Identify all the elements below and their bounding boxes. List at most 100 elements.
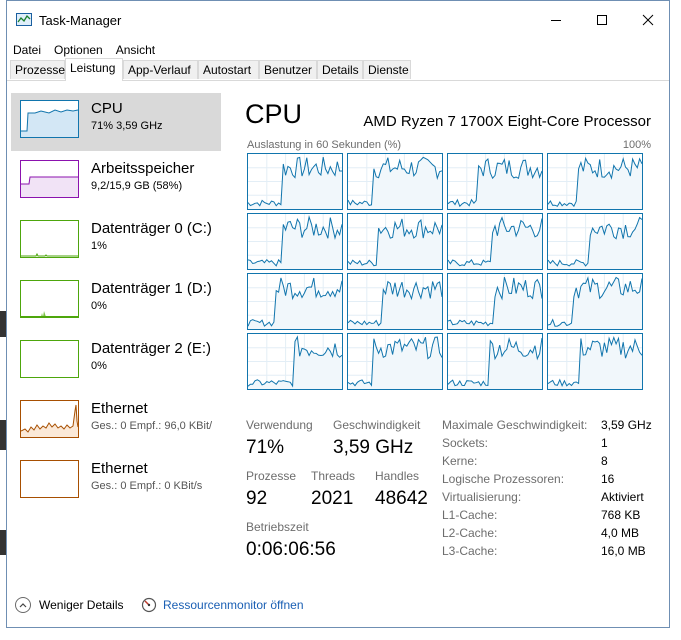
logical-processor-graph: [547, 153, 643, 210]
close-button[interactable]: [625, 1, 671, 39]
threads-value: 2021: [311, 488, 354, 509]
processes-value: 92: [246, 488, 268, 509]
uptime-label: Betriebszeit: [246, 520, 309, 534]
sidebar-item-cpu[interactable]: CPU 71% 3,59 GHz: [11, 93, 221, 151]
speed-value: 3,59 GHz: [333, 437, 414, 458]
tab-bar: Prozesse Leistung App-Verlauf Autostart …: [7, 58, 669, 81]
logical-processor-graph: [347, 213, 443, 270]
sidebar-ethernet-2-name: Ethernet: [91, 460, 148, 477]
sidebar-memory-sub: 9,2/15,9 GB (58%): [91, 180, 183, 192]
uptime-value: 0:06:06:56: [246, 539, 336, 560]
cpu-model: AMD Ryzen 7 1700X Eight-Core Processor: [363, 113, 651, 130]
disk-2-thumbnail-graph: [20, 340, 79, 378]
logical-processor-graph: [247, 153, 343, 210]
task-manager-window: Task-Manager Datei Optionen Ansicht Proz…: [6, 0, 670, 628]
logical-processor-graph: [247, 333, 343, 390]
sidebar-ethernet-1-name: Ethernet: [91, 400, 148, 417]
chevron-up-icon: [15, 597, 31, 613]
cpu-core-graphs: [247, 153, 647, 393]
handles-label: Handles: [375, 469, 420, 483]
logical-processor-graph: [547, 273, 643, 330]
sidebar-item-disk-1[interactable]: Datenträger 1 (D:) 0%: [11, 273, 221, 331]
memory-thumbnail-graph: [20, 160, 79, 198]
tab-dienste[interactable]: Dienste: [363, 60, 411, 79]
menu-optionen[interactable]: Optionen: [54, 43, 103, 57]
sidebar-disk-1-name: Datenträger 1 (D:): [91, 280, 212, 297]
threads-label: Threads: [311, 469, 356, 483]
logical-processor-graph: [347, 333, 443, 390]
tab-leistung[interactable]: Leistung: [65, 58, 123, 81]
max-speed-value: 3,59 GHz: [601, 418, 652, 432]
sidebar-cpu-name: CPU: [91, 100, 123, 117]
sidebar-disk-0-sub: 1%: [91, 240, 107, 252]
graph-max-label: 100%: [622, 139, 651, 151]
speed-label: Geschwindigkeit: [333, 418, 421, 432]
usage-value: 71%: [246, 437, 285, 458]
logical-processor-graph: [247, 273, 343, 330]
logical-processor-graph: [447, 333, 543, 390]
cpu-heading: CPU: [245, 99, 303, 129]
resource-monitor-icon: [141, 597, 157, 613]
sidebar-disk-1-sub: 0%: [91, 300, 107, 312]
sockets-value: 1: [601, 436, 608, 450]
ethernet-1-thumbnail-graph: [20, 400, 79, 438]
l1-cache-value: 768 KB: [601, 508, 641, 522]
resource-monitor-link[interactable]: Ressourcenmonitor öffnen: [141, 597, 304, 613]
close-icon: [642, 14, 654, 26]
fewer-details-button[interactable]: Weniger Details: [15, 597, 123, 613]
disk-1-thumbnail-graph: [20, 280, 79, 318]
resource-monitor-label: Ressourcenmonitor öffnen: [163, 598, 304, 612]
l2-cache-label: L2-Cache:: [442, 526, 498, 540]
max-speed-label: Maximale Geschwindigkeit:: [442, 418, 588, 432]
graph-axis-label: Auslastung in 60 Sekunden (%): [247, 139, 402, 151]
cores-label: Kerne:: [442, 454, 478, 468]
sockets-label: Sockets:: [442, 436, 489, 450]
logical-processors-label: Logische Prozessoren:: [442, 472, 565, 486]
maximize-icon: [597, 15, 607, 25]
processes-label: Prozesse: [246, 469, 297, 483]
logical-processor-graph: [447, 213, 543, 270]
handles-value: 48642: [375, 488, 428, 509]
usage-label: Verwendung: [246, 418, 313, 432]
tab-app-verlauf[interactable]: App-Verlauf: [123, 60, 198, 79]
tab-details[interactable]: Details: [317, 60, 363, 79]
logical-processor-graph: [547, 213, 643, 270]
logical-processor-graph: [347, 153, 443, 210]
virtualization-value: Aktiviert: [601, 490, 644, 504]
footer-bar: Weniger Details Ressourcenmonitor öffnen: [7, 591, 669, 621]
l2-cache-value: 4,0 MB: [601, 526, 640, 540]
l3-cache-value: 16,0 MB: [601, 544, 646, 558]
logical-processors-value: 16: [601, 472, 615, 486]
l3-cache-label: L3-Cache:: [442, 544, 498, 558]
sidebar-item-ethernet-2[interactable]: Ethernet Ges.: 0 Empf.: 0 KBit/s: [11, 453, 221, 511]
cpu-thumbnail-graph: [20, 100, 79, 138]
tab-benutzer[interactable]: Benutzer: [259, 60, 317, 79]
minimize-button[interactable]: [533, 1, 579, 39]
window-title: Task-Manager: [39, 13, 122, 28]
fewer-details-label: Weniger Details: [39, 598, 124, 612]
menu-datei[interactable]: Datei: [13, 43, 41, 57]
sidebar-item-ethernet-1[interactable]: Ethernet Ges.: 0 Empf.: 96,0 KBit/: [11, 393, 221, 451]
sidebar-disk-2-sub: 0%: [91, 360, 107, 372]
maximize-button[interactable]: [579, 1, 625, 39]
menu-ansicht[interactable]: Ansicht: [116, 43, 155, 57]
sidebar-disk-0-name: Datenträger 0 (C:): [91, 220, 212, 237]
tab-autostart[interactable]: Autostart: [198, 60, 259, 79]
sidebar-disk-2-name: Datenträger 2 (E:): [91, 340, 212, 357]
sidebar-item-disk-2[interactable]: Datenträger 2 (E:) 0%: [11, 333, 221, 391]
tab-prozesse[interactable]: Prozesse: [10, 60, 65, 79]
sidebar-ethernet-2-sub: Ges.: 0 Empf.: 0 KBit/s: [91, 480, 203, 492]
virtualization-label: Virtualisierung:: [442, 490, 522, 504]
task-manager-icon: [16, 13, 32, 26]
sidebar-memory-name: Arbeitsspeicher: [91, 160, 195, 177]
sidebar-item-memory[interactable]: Arbeitsspeicher 9,2/15,9 GB (58%): [11, 153, 221, 211]
title-bar[interactable]: Task-Manager: [7, 1, 669, 39]
logical-processor-graph: [247, 213, 343, 270]
l1-cache-label: L1-Cache:: [442, 508, 498, 522]
logical-processor-graph: [347, 273, 443, 330]
logical-processor-graph: [547, 333, 643, 390]
sidebar-item-disk-0[interactable]: Datenträger 0 (C:) 1%: [11, 213, 221, 271]
sidebar-cpu-sub: 71% 3,59 GHz: [91, 120, 163, 132]
minimize-icon: [551, 20, 561, 21]
cores-value: 8: [601, 454, 608, 468]
